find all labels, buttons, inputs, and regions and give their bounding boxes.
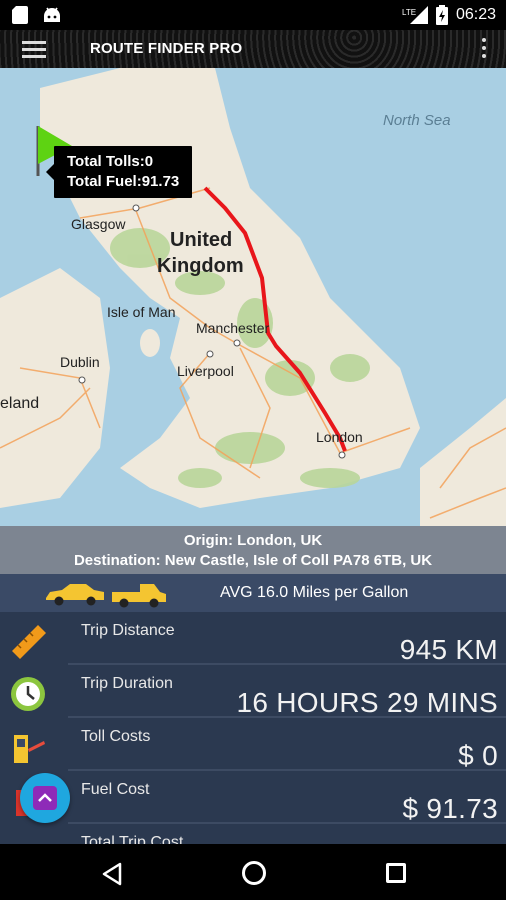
map-label-dublin: Dublin: [60, 354, 100, 370]
receipt-icon: [8, 833, 48, 844]
stat-row-toll-costs: Toll Costs $ 0: [0, 718, 506, 771]
truck-icon: [112, 584, 166, 608]
toll-booth-icon: [14, 735, 45, 763]
android-icon: [44, 7, 60, 22]
origin-destination-bar: Origin: London, UK Destination: New Cast…: [0, 526, 506, 574]
stat-row-total-trip-cost: Total Trip Cost: [0, 824, 506, 844]
stat-label: Trip Distance: [81, 622, 175, 639]
ireland-land: [0, 268, 110, 508]
stat-row-trip-distance: Trip Distance 945 KM: [0, 612, 506, 665]
lte-signal-icon: LTE: [402, 6, 428, 24]
stat-label: Fuel Cost: [81, 781, 150, 798]
app-bar: ROUTE FINDER PRO: [0, 30, 506, 68]
system-nav-bar: [0, 844, 506, 900]
stat-label: Trip Duration: [81, 675, 173, 692]
home-icon[interactable]: [242, 861, 266, 885]
total-fuel-text: Total Fuel:91.73: [67, 173, 180, 190]
stat-value: $ 91.73: [402, 793, 498, 824]
battery-charging-icon: [435, 5, 448, 25]
overflow-menu-icon[interactable]: [482, 38, 486, 62]
stat-label: Toll Costs: [81, 728, 151, 745]
car-icon: [46, 584, 104, 606]
trip-stats-list: Trip Distance 945 KM Trip Duration 16 HO…: [0, 612, 506, 844]
status-bar: LTE 06:23: [0, 0, 506, 30]
back-icon[interactable]: [100, 862, 124, 886]
map-label-north-sea: North Sea: [383, 112, 451, 129]
total-tolls-text: Total Tolls:0: [67, 153, 154, 170]
map-label-liverpool: Liverpool: [177, 363, 234, 379]
map-label-isle-of-man: Isle of Man: [107, 304, 176, 320]
map-canvas: [0, 68, 506, 526]
expand-button[interactable]: [20, 773, 70, 823]
clock-time: 06:23: [455, 6, 496, 23]
recents-icon[interactable]: [386, 863, 406, 883]
map-label-united: United: [170, 229, 233, 251]
stat-row-trip-duration: Trip Duration 16 HOURS 29 MINS: [0, 665, 506, 718]
sd-card-icon: [12, 6, 28, 24]
route-info-tooltip[interactable]: Total Tolls:0 Total Fuel:91.73: [45, 146, 193, 198]
stat-row-fuel-cost: Fuel Cost $ 91.73: [0, 771, 506, 824]
map-label-ireland: eland: [0, 395, 40, 412]
route-map[interactable]: North Sea Glasgow United Kingdom Isle of…: [0, 68, 506, 526]
ruler-icon: [12, 625, 46, 659]
svg-text:LTE: LTE: [402, 8, 416, 17]
stat-value: 16 HOURS 29 MINS: [236, 687, 498, 718]
stat-label: Total Trip Cost: [81, 834, 184, 844]
avg-mpg-text: AVG 16.0 Miles per Gallon: [220, 584, 409, 601]
map-label-glasgow: Glasgow: [71, 216, 126, 232]
origin-text: Origin: London, UK: [183, 532, 323, 549]
europe-land: [420, 398, 506, 526]
clock-icon: [11, 677, 45, 711]
stat-value: $ 0: [458, 740, 498, 771]
map-label-manchester: Manchester: [196, 320, 270, 336]
map-label-kingdom: Kingdom: [157, 255, 244, 277]
hamburger-menu-icon[interactable]: [22, 41, 46, 59]
map-label-london: London: [316, 429, 363, 445]
app-title: ROUTE FINDER PRO: [90, 40, 243, 57]
isle-of-man-land: [140, 329, 160, 357]
chevron-up-icon: [33, 786, 57, 810]
destination-text: Destination: New Castle, Isle of Coll PA…: [73, 552, 433, 569]
vehicle-bar[interactable]: AVG 16.0 Miles per Gallon: [0, 574, 506, 612]
stat-value: 945 KM: [399, 634, 498, 665]
